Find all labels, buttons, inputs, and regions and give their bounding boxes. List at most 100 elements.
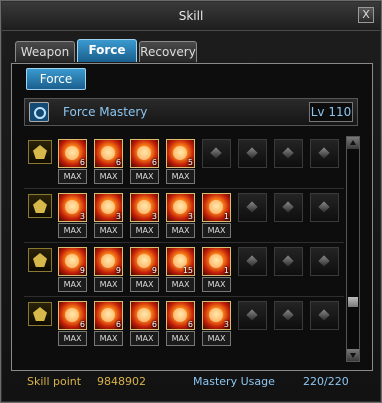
skill-slot[interactable]: 3: [130, 193, 159, 222]
skill-slot[interactable]: 3: [58, 193, 87, 222]
max-button[interactable]: MAX: [130, 223, 159, 238]
max-button[interactable]: MAX: [94, 169, 123, 184]
skill-level: 6: [151, 158, 157, 167]
scroll-up-arrow-icon[interactable]: [347, 137, 359, 149]
max-button[interactable]: MAX: [130, 277, 159, 292]
empty-slot[interactable]: [274, 301, 303, 330]
mastery-usage-value: 220/220: [303, 375, 349, 388]
empty-slot[interactable]: [310, 139, 339, 168]
force-mastery-icon[interactable]: [29, 102, 49, 122]
max-button[interactable]: MAX: [58, 331, 87, 346]
max-button[interactable]: MAX: [166, 277, 195, 292]
empty-slot[interactable]: [310, 247, 339, 276]
row-divider: [24, 242, 344, 243]
row-category-icon: [28, 194, 52, 218]
empty-slot[interactable]: [274, 139, 303, 168]
row-divider: [24, 296, 344, 297]
scroll-thumb[interactable]: [348, 297, 358, 307]
max-button[interactable]: MAX: [130, 331, 159, 346]
empty-slot[interactable]: [310, 193, 339, 222]
skill-slot[interactable]: 6: [166, 301, 195, 330]
empty-slot[interactable]: [310, 301, 339, 330]
mastery-bar: Force Mastery Lv 110: [24, 98, 358, 126]
skill-slot[interactable]: 3: [166, 193, 195, 222]
skill-slot[interactable]: 6: [94, 301, 123, 330]
tab-force[interactable]: Force: [77, 39, 137, 62]
subtab-force[interactable]: Force: [26, 68, 86, 90]
skill-point-label: Skill point: [27, 375, 82, 388]
max-button[interactable]: MAX: [202, 223, 231, 238]
tab-recovery[interactable]: Recovery: [139, 41, 197, 62]
empty-slot[interactable]: [238, 139, 267, 168]
skill-window: Skill X Weapon Force Recovery Force Forc…: [0, 0, 382, 403]
skill-level: 15: [182, 266, 193, 275]
empty-slot[interactable]: [274, 247, 303, 276]
skill-slot[interactable]: 6: [94, 139, 123, 168]
skill-scrollbar[interactable]: [346, 136, 360, 362]
skill-row-2: 3 3 3 3 1 MAX MAX MAX MAX MAX: [24, 190, 344, 242]
skill-level: 9: [151, 266, 157, 275]
skill-slot[interactable]: 6: [130, 301, 159, 330]
skill-level: 6: [79, 320, 85, 329]
window-title: Skill: [178, 9, 204, 23]
skill-slot[interactable]: 1: [202, 193, 231, 222]
skill-slot[interactable]: 5: [166, 139, 195, 168]
empty-slot[interactable]: [238, 193, 267, 222]
max-button[interactable]: MAX: [94, 223, 123, 238]
max-button[interactable]: MAX: [58, 277, 87, 292]
title-bar[interactable]: Skill X: [2, 2, 380, 31]
row-divider: [24, 188, 344, 189]
skill-level: 6: [115, 158, 121, 167]
max-button[interactable]: MAX: [166, 223, 195, 238]
skill-level: 3: [151, 212, 157, 221]
skill-point-value: 9848902: [97, 375, 146, 388]
skill-level: 6: [115, 320, 121, 329]
skill-level: 9: [115, 266, 121, 275]
skill-level: 3: [115, 212, 121, 221]
max-button[interactable]: MAX: [130, 169, 159, 184]
skill-slot[interactable]: 1: [202, 247, 231, 276]
skill-level: 3: [187, 212, 193, 221]
skill-slot[interactable]: 9: [130, 247, 159, 276]
skill-level: 3: [79, 212, 85, 221]
row-category-icon: [28, 248, 52, 272]
skill-slot[interactable]: 3: [202, 301, 231, 330]
skill-slot[interactable]: 6: [130, 139, 159, 168]
mastery-name: Force Mastery: [63, 105, 148, 119]
skill-level: 6: [79, 158, 85, 167]
skill-slot[interactable]: 6: [58, 139, 87, 168]
max-button[interactable]: MAX: [94, 331, 123, 346]
skill-row-3: 9 9 9 15 1 MAX MAX MAX MAX MAX: [24, 244, 344, 296]
tab-weapon[interactable]: Weapon: [15, 41, 75, 62]
skill-level: 1: [223, 266, 229, 275]
empty-slot[interactable]: [238, 301, 267, 330]
mastery-level: Lv 110: [309, 102, 353, 122]
mastery-usage-label: Mastery Usage: [193, 375, 275, 388]
empty-slot[interactable]: [202, 139, 231, 168]
skill-level: 1: [223, 212, 229, 221]
max-button[interactable]: MAX: [58, 169, 87, 184]
empty-slot[interactable]: [238, 247, 267, 276]
max-button[interactable]: MAX: [202, 277, 231, 292]
max-button[interactable]: MAX: [58, 223, 87, 238]
skill-level: 6: [187, 320, 193, 329]
row-category-icon: [28, 302, 52, 326]
skill-slot[interactable]: 15: [166, 247, 195, 276]
empty-slot[interactable]: [274, 193, 303, 222]
skill-slot[interactable]: 3: [94, 193, 123, 222]
scroll-down-arrow-icon[interactable]: [347, 349, 359, 361]
skill-slot[interactable]: 9: [94, 247, 123, 276]
skill-slot[interactable]: 9: [58, 247, 87, 276]
max-button[interactable]: MAX: [166, 331, 195, 346]
skill-level: 3: [223, 320, 229, 329]
max-button[interactable]: MAX: [202, 331, 231, 346]
close-button[interactable]: X: [358, 7, 374, 23]
footer: Skill point 9848902 Mastery Usage 220/22…: [11, 373, 371, 391]
skill-level: 9: [79, 266, 85, 275]
skill-level: 5: [187, 158, 193, 167]
max-button[interactable]: MAX: [166, 169, 195, 184]
skill-slot[interactable]: 6: [58, 301, 87, 330]
skill-panel: Force Force Mastery Lv 110 6 6 6 5 MAX M…: [11, 63, 373, 371]
max-button[interactable]: MAX: [94, 277, 123, 292]
skill-row-4: 6 6 6 6 3 MAX MAX MAX MAX MAX: [24, 298, 344, 350]
